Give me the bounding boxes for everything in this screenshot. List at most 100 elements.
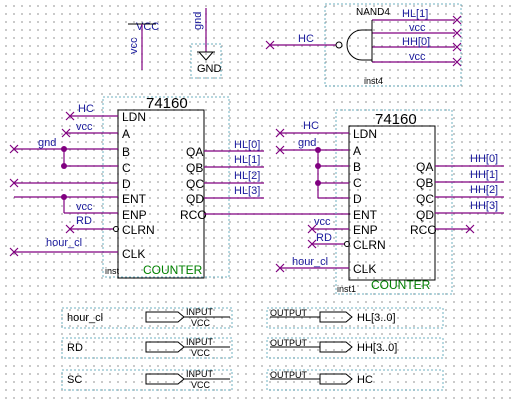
counter1-net-hl1: HL[1]	[234, 154, 260, 166]
counter1-junction	[61, 163, 67, 169]
counter2-block[interactable]: 74160 LDN A B C D ENT ENP CLRN CLK QA QB…	[275, 109, 504, 295]
counter1-net-rd: RD	[76, 215, 92, 227]
counter1-pin-ent: ENT	[122, 192, 147, 206]
counter2-net-hourcl: hour_cl	[292, 256, 328, 268]
counter1-label: COUNTER	[143, 263, 203, 277]
counter1-pin-c: C	[122, 161, 131, 175]
input-pin-tag: INPUT	[186, 369, 214, 379]
output-pin-shape	[319, 341, 353, 353]
counter2-net-hh1: HH[1]	[470, 169, 498, 181]
nand4-pin-label: HH[0]	[402, 36, 430, 48]
counter1-net-vcc2: vcc	[76, 201, 93, 213]
counter1-pin-enp: ENP	[122, 208, 147, 222]
counter1-junction	[61, 194, 67, 200]
nand4-name: NAND4	[356, 7, 390, 18]
counter2-pin-qc: QC	[416, 192, 434, 206]
vcc-symbol[interactable]: VCC vcc	[128, 21, 159, 70]
output-pin-name: HH[3..0]	[357, 342, 397, 354]
counter2-junction	[315, 163, 321, 169]
gnd-symbol[interactable]: gnd GND	[190, 8, 222, 79]
counter2-pin-qd: QD	[416, 208, 434, 222]
counter1-pin-a: A	[122, 127, 130, 141]
counter1-net-hc: HC	[78, 103, 94, 115]
counter2-label: COUNTER	[371, 278, 431, 292]
counter2-net-hc: HC	[303, 120, 319, 132]
nand4-input-label: HC	[298, 33, 314, 45]
input-pin-name: RD	[67, 342, 83, 354]
counter1-inst: inst	[105, 266, 120, 276]
input-pin-shape	[145, 341, 185, 353]
input-pin-sub: VCC	[191, 318, 211, 328]
gnd-symbol-label: GND	[197, 63, 222, 75]
counter2-pin-clrn: CLRN	[353, 238, 386, 252]
counter1-block[interactable]: 74160 LDN A B C D ENT ENP CLRN CLK QA QB…	[9, 95, 350, 279]
counter2-pin-rco: RCO	[410, 223, 437, 237]
nand4-bubble	[335, 41, 343, 49]
vcc-symbol-label: VCC	[136, 21, 159, 33]
input-pin-tag: INPUT	[186, 307, 214, 317]
nand4-pin-label: vcc	[409, 22, 426, 34]
input-pin-name: SC	[67, 374, 82, 386]
counter1-pin-b: B	[122, 145, 130, 159]
output-pin-name: HC	[357, 374, 373, 386]
input-pin-shape	[145, 373, 185, 385]
counter2-pin-b: B	[353, 160, 361, 174]
counter1-pin-rco: RCO	[180, 208, 207, 222]
counter2-net-vcc: vcc	[314, 216, 331, 228]
counter1-pin-d: D	[122, 177, 131, 191]
output-pin-hc[interactable]: OUTPUT HC	[266, 369, 444, 391]
input-pin-shape	[145, 311, 185, 323]
nand4-pin-label: HL[1]	[402, 8, 428, 20]
counter2-junction	[315, 180, 321, 186]
nand4-selection-box	[324, 3, 462, 87]
schematic-svg: VCC vcc gnd GND NAND4 HC HL[1] vcc HH[0]…	[9, 3, 504, 391]
counter1-net-hl3: HL[3]	[234, 185, 260, 197]
counter1-pin-qb: QB	[186, 161, 203, 175]
counter1-pin-ldn: LDN	[122, 110, 146, 124]
counter2-title: 74160	[375, 111, 417, 128]
counter2-net-hh0: HH[0]	[470, 153, 498, 165]
counter1-pin-clk: CLK	[122, 247, 145, 261]
counter2-net-rd: RD	[316, 232, 332, 244]
input-pin-name: hour_cl	[67, 312, 103, 324]
counter2-pin-c: C	[353, 176, 362, 190]
input-pin-rd[interactable]: RD INPUT VCC	[61, 337, 233, 359]
output-pin-hh[interactable]: OUTPUT HH[3..0]	[266, 337, 444, 359]
counter1-title: 74160	[146, 95, 188, 112]
counter2-pin-ent: ENT	[353, 208, 378, 222]
input-pin-sub: VCC	[191, 348, 211, 358]
output-pin-hl[interactable]: OUTPUT HL[3..0]	[266, 307, 444, 329]
counter1-pin-qa: QA	[186, 145, 203, 159]
vcc-wire-label: vcc	[128, 37, 140, 54]
schematic-canvas[interactable]: VCC vcc gnd GND NAND4 HC HL[1] vcc HH[0]…	[0, 0, 514, 400]
counter1-net-hl0: HL[0]	[234, 139, 260, 151]
input-pin-sc[interactable]: SC INPUT VCC	[61, 369, 233, 391]
counter1-net-gnd: gnd	[38, 137, 56, 149]
nand4-body	[346, 29, 373, 61]
counter1-net-vcc: vcc	[76, 121, 93, 133]
nand4-pin-label: vcc	[409, 51, 426, 63]
counter1-junction	[61, 146, 67, 152]
counter2-pin-clk: CLK	[353, 262, 376, 276]
counter2-net-hh3: HH[3]	[470, 200, 498, 212]
counter2-pin-ldn: LDN	[353, 127, 377, 141]
counter2-pin-d: D	[353, 192, 362, 206]
counter2-net-hh2: HH[2]	[470, 184, 498, 196]
gnd-triangle	[198, 51, 214, 61]
counter2-junction	[315, 147, 321, 153]
output-pin-name: HL[3..0]	[357, 312, 396, 324]
counter1-net-hourcl: hour_cl	[46, 237, 82, 249]
input-pin-sub: VCC	[191, 380, 211, 390]
nand4-gate[interactable]: NAND4 HC HL[1] vcc HH[0] vcc inst4	[265, 3, 462, 87]
counter2-pin-qb: QB	[416, 176, 433, 190]
input-pin-tag: INPUT	[186, 337, 214, 347]
nand4-inst: inst4	[364, 76, 383, 86]
counter2-pin-enp: ENP	[353, 223, 378, 237]
counter2-pin-qa: QA	[416, 160, 433, 174]
counter2-pin-a: A	[353, 144, 361, 158]
counter2-inst: inst1	[337, 284, 356, 294]
counter1-pin-clrn: CLRN	[122, 223, 155, 237]
input-pin-hour-cl[interactable]: hour_cl INPUT VCC	[61, 307, 233, 329]
output-pin-shape	[319, 373, 353, 385]
counter2-net-gnd: gnd	[298, 137, 316, 149]
